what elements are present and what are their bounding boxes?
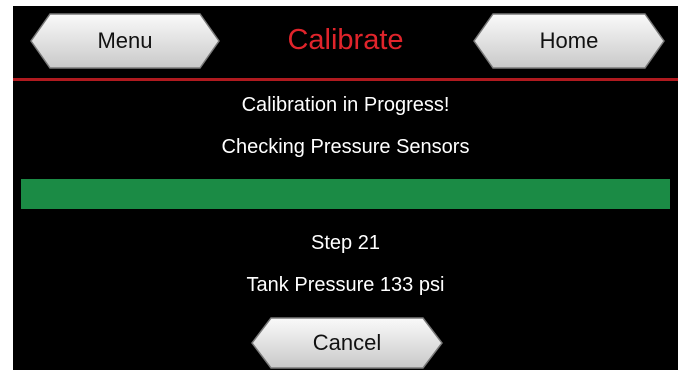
status-subheading: Checking Pressure Sensors [221, 136, 470, 158]
page-title: Calibrate [287, 24, 404, 56]
menu-button-label: Menu [97, 28, 153, 53]
cancel-button-label: Cancel [312, 330, 382, 355]
progress-fill [21, 179, 670, 209]
status-heading: Calibration in Progress! [241, 94, 450, 116]
home-button-label: Home [539, 28, 599, 53]
tank-pressure-readout: Tank Pressure 133 psi [246, 274, 445, 296]
cancel-button[interactable]: Cancel [251, 317, 443, 369]
home-button[interactable]: Home [473, 13, 665, 69]
header-divider [13, 78, 678, 81]
step-counter: Step 21 [311, 232, 380, 254]
progress-bar [21, 179, 670, 209]
menu-button[interactable]: Menu [30, 13, 220, 69]
header-bar: Menu Calibrate Home [13, 6, 678, 76]
calibration-screen: Menu Calibrate Home Calibration in Progr… [13, 6, 678, 370]
